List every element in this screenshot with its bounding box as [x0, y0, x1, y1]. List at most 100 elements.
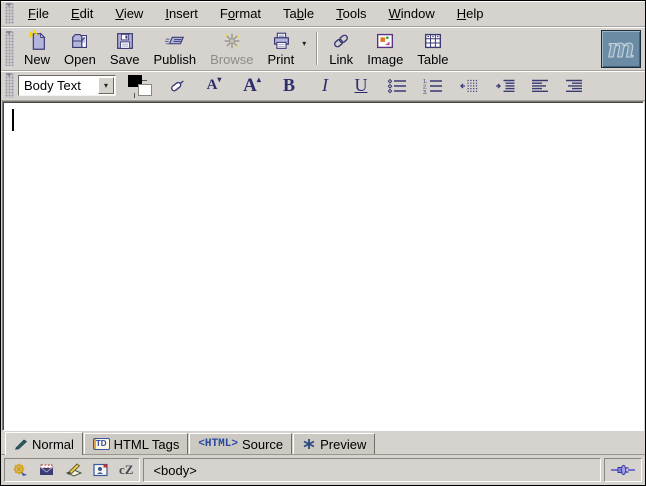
align-left-button[interactable]	[530, 78, 550, 94]
main-toolbar: New Open Save	[1, 27, 645, 71]
statusbar: cZ <body>	[1, 455, 645, 485]
open-button[interactable]: Open	[57, 29, 103, 68]
new-page-icon	[25, 30, 49, 52]
mail-icon[interactable]	[38, 462, 56, 478]
table-button-label: Table	[417, 53, 448, 67]
highlighter-pen-icon	[166, 77, 188, 95]
link-button[interactable]: Link	[322, 29, 360, 68]
paragraph-style-select[interactable]: Body Text ▾	[18, 75, 116, 96]
html-source-icon: <HTML>	[198, 438, 238, 450]
italic-button[interactable]: I	[314, 75, 336, 96]
align-left-icon	[530, 78, 550, 94]
browse-icon	[220, 30, 244, 52]
print-button-label: Print	[267, 53, 294, 67]
combo-dropdown-icon[interactable]: ▾	[98, 77, 114, 94]
composer-icon[interactable]	[65, 462, 83, 478]
format-toolbar-grippy[interactable]	[5, 73, 14, 98]
bullet-list-icon	[386, 78, 408, 94]
save-button[interactable]: Save	[103, 29, 147, 68]
image-button[interactable]: Image	[360, 29, 410, 68]
component-bar: cZ	[4, 458, 140, 482]
publish-button-label: Publish	[153, 53, 196, 67]
mozilla-throbber-button[interactable]: m	[601, 30, 641, 68]
menu-format[interactable]: Format	[209, 2, 272, 25]
open-folder-icon	[68, 30, 92, 52]
tab-normal[interactable]: Normal	[5, 432, 83, 455]
chevron-down-icon: ▾	[302, 39, 306, 48]
indent-button[interactable]	[494, 78, 516, 94]
menu-insert[interactable]: Insert	[154, 2, 209, 25]
tab-source-label: Source	[242, 437, 283, 452]
pen-icon	[14, 438, 28, 450]
new-button[interactable]: New	[17, 29, 57, 68]
mozilla-logo-icon: m	[605, 34, 637, 64]
address-book-icon[interactable]	[92, 462, 110, 478]
tab-normal-label: Normal	[32, 437, 74, 452]
editor-canvas[interactable]	[2, 101, 644, 431]
chatzilla-icon[interactable]: cZ	[119, 462, 133, 478]
svg-text:m: m	[607, 34, 635, 64]
background-color-swatch[interactable]	[138, 84, 152, 96]
toolbar-grippy[interactable]	[5, 31, 14, 66]
link-button-label: Link	[329, 53, 353, 67]
highlight-color-button[interactable]	[166, 77, 188, 95]
publish-button[interactable]: Publish	[146, 29, 203, 68]
menubar: File Edit View Insert Format Table Tools…	[1, 1, 645, 27]
outdent-button[interactable]	[458, 78, 480, 94]
print-dropdown-arrow[interactable]: ▾	[301, 29, 311, 68]
edit-mode-tabstrip: Normal TD HTML Tags <HTML> Source Previe…	[1, 431, 645, 455]
bold-button[interactable]: B	[278, 75, 300, 96]
tab-html-tags-label: HTML Tags	[114, 437, 180, 452]
menu-edit[interactable]: Edit	[60, 2, 104, 25]
tab-source[interactable]: <HTML> Source	[189, 433, 292, 454]
menu-window[interactable]: Window	[378, 2, 446, 25]
browse-button-label: Browse	[210, 53, 253, 67]
table-button[interactable]: Table	[410, 29, 455, 68]
text-color-picker[interactable]	[128, 75, 152, 96]
save-button-label: Save	[110, 53, 140, 67]
align-right-icon	[564, 78, 584, 94]
save-floppy-icon	[113, 30, 137, 52]
tag-path-panel: <body>	[143, 458, 601, 482]
numbered-list-icon: 1. 2. 3.	[422, 78, 444, 94]
underline-button[interactable]: U	[350, 75, 372, 96]
online-status-panel[interactable]	[604, 458, 642, 482]
indent-icon	[494, 78, 516, 94]
toolbar-separator	[316, 32, 317, 65]
tab-html-tags[interactable]: TD HTML Tags	[84, 433, 188, 454]
print-button[interactable]: Print	[260, 29, 301, 68]
print-icon	[269, 30, 293, 52]
arrow-down-icon: ▾	[217, 75, 221, 84]
starburst-icon	[302, 438, 316, 450]
menu-file[interactable]: File	[17, 2, 60, 25]
tab-preview[interactable]: Preview	[293, 433, 375, 454]
td-tag-icon: TD	[93, 438, 110, 450]
numbered-list-button[interactable]: 1. 2. 3.	[422, 78, 444, 94]
bullet-list-button[interactable]	[386, 78, 408, 94]
composer-window: File Edit View Insert Format Table Tools…	[0, 0, 646, 486]
menu-table[interactable]: Table	[272, 2, 325, 25]
arrow-up-icon: ▴	[257, 75, 261, 84]
svg-text:3.: 3.	[423, 90, 428, 94]
open-button-label: Open	[64, 53, 96, 67]
image-button-label: Image	[367, 53, 403, 67]
link-icon	[329, 30, 353, 52]
outdent-icon	[458, 78, 480, 94]
text-caret	[12, 109, 14, 131]
menu-tools[interactable]: Tools	[325, 2, 377, 25]
format-toolbar: Body Text ▾ A▾ A▴ B I U	[1, 71, 645, 101]
tab-preview-label: Preview	[320, 437, 366, 452]
tag-path: <body>	[153, 463, 196, 478]
menu-view[interactable]: View	[104, 2, 154, 25]
publish-icon	[162, 30, 188, 52]
table-icon	[421, 30, 445, 52]
navigator-icon[interactable]	[11, 462, 29, 478]
image-icon	[373, 30, 397, 52]
paragraph-style-value: Body Text	[19, 78, 98, 93]
menubar-grippy[interactable]	[5, 3, 14, 24]
menu-help[interactable]: Help	[446, 2, 495, 25]
decrease-font-button[interactable]: A▾	[202, 77, 226, 94]
increase-font-button[interactable]: A▴	[240, 75, 264, 97]
browse-button[interactable]: Browse	[203, 29, 260, 68]
align-right-button[interactable]	[564, 78, 584, 94]
